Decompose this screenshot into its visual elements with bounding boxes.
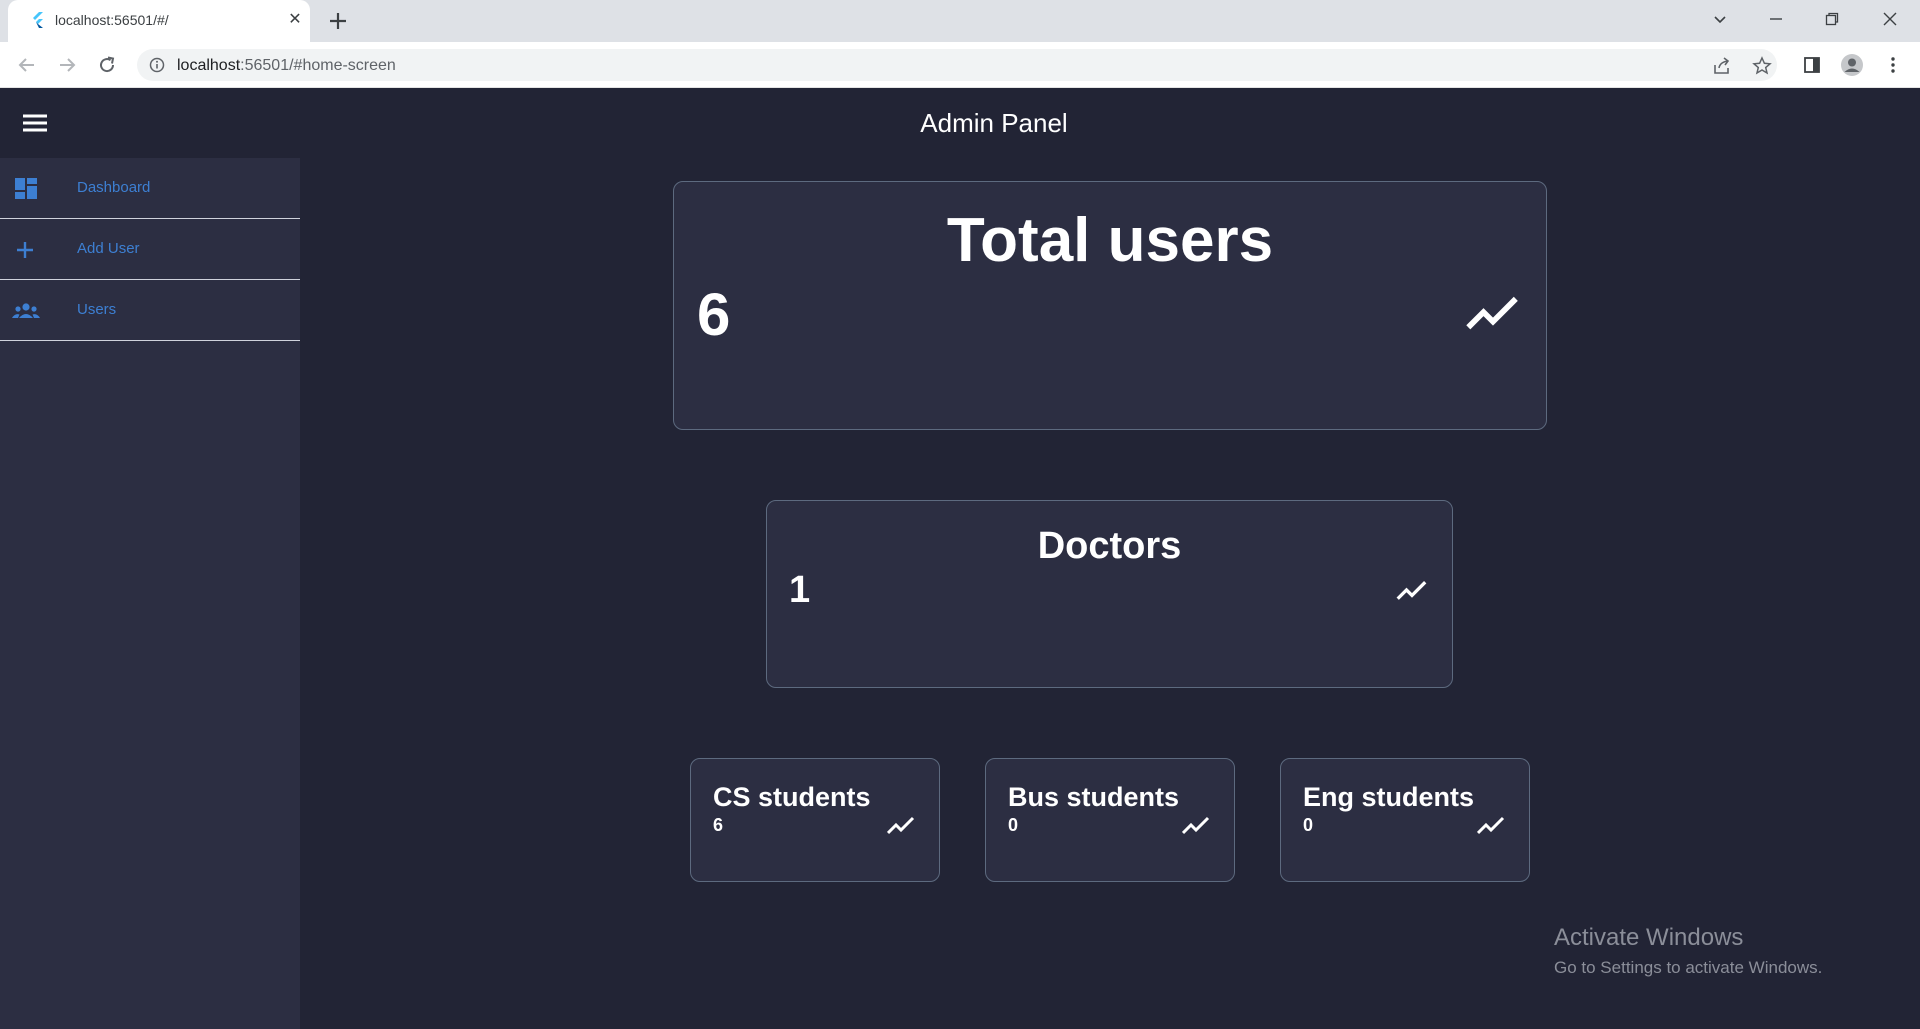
- group-icon: [12, 303, 40, 318]
- tab-title: localhost:56501/#/: [55, 12, 169, 28]
- card-title: Doctors: [1037, 525, 1182, 567]
- back-icon[interactable]: [14, 52, 40, 78]
- sidebar: Dashboard Add User Users: [0, 158, 300, 1029]
- dashboard-icon: [15, 178, 37, 199]
- bus-students-card: Bus students 0: [985, 758, 1235, 882]
- flutter-logo-icon: [33, 12, 43, 28]
- new-tab-icon[interactable]: [325, 8, 351, 34]
- more-menu-icon[interactable]: [1880, 52, 1906, 78]
- eng-students-card: Eng students 0: [1280, 758, 1530, 882]
- browser-tab[interactable]: localhost:56501/#/ ✕: [8, 0, 310, 42]
- share-icon[interactable]: [1711, 55, 1733, 77]
- close-window-icon[interactable]: [1862, 0, 1918, 38]
- sidebar-item-users[interactable]: Users: [0, 280, 300, 341]
- tab-close-icon[interactable]: ✕: [284, 9, 306, 31]
- card-value: 0: [1008, 815, 1019, 835]
- bookmark-star-icon[interactable]: [1751, 55, 1773, 77]
- sidebar-item-add-user[interactable]: Add User: [0, 219, 300, 280]
- watermark-title: Activate Windows: [1554, 924, 1744, 951]
- browser-toolbar: localhost:56501/#home-screen: [0, 42, 1920, 88]
- url-text[interactable]: localhost:56501/#home-screen: [177, 57, 396, 75]
- card-value: 1: [789, 569, 811, 611]
- app-bar: Admin Panel: [0, 88, 1920, 158]
- browser-tab-strip: localhost:56501/#/ ✕: [0, 0, 1920, 42]
- cs-students-card: CS students 6: [690, 758, 940, 882]
- trending-up-icon: [1396, 581, 1427, 600]
- total-users-card: Total users 6: [673, 181, 1547, 430]
- tab-search-icon[interactable]: [1692, 0, 1748, 38]
- trending-up-icon: [1182, 816, 1210, 835]
- doctors-card: Doctors 1: [766, 500, 1453, 688]
- card-title: Bus students: [1008, 782, 1180, 812]
- reload-icon[interactable]: [94, 52, 120, 78]
- sidebar-item-label: Users: [77, 301, 117, 318]
- restore-icon[interactable]: [1804, 0, 1860, 38]
- activate-windows-watermark: Activate Windows Go to Settings to activ…: [1554, 924, 1822, 978]
- trending-up-icon: [1477, 816, 1505, 835]
- watermark-subtitle: Go to Settings to activate Windows.: [1554, 958, 1823, 977]
- trending-up-icon: [1466, 296, 1518, 330]
- card-value: 0: [1303, 815, 1314, 835]
- plus-icon: [17, 242, 33, 258]
- trending-up-icon: [887, 816, 915, 835]
- card-title: Eng students: [1303, 782, 1475, 812]
- address-bar[interactable]: localhost:56501/#home-screen: [137, 49, 1777, 81]
- minimize-icon[interactable]: [1748, 0, 1804, 38]
- side-panel-icon[interactable]: [1799, 52, 1825, 78]
- card-value: 6: [713, 815, 724, 835]
- card-title: Total users: [946, 206, 1274, 275]
- card-value: 6: [697, 281, 731, 348]
- sidebar-item-label: Dashboard: [77, 179, 151, 196]
- sidebar-item-label: Add User: [77, 240, 140, 257]
- page-title: Admin Panel: [920, 108, 1068, 138]
- forward-icon[interactable]: [54, 52, 80, 78]
- sidebar-item-dashboard[interactable]: Dashboard: [0, 158, 300, 219]
- info-icon[interactable]: [149, 57, 165, 73]
- card-title: CS students: [713, 782, 871, 812]
- profile-avatar-icon[interactable]: [1839, 52, 1865, 78]
